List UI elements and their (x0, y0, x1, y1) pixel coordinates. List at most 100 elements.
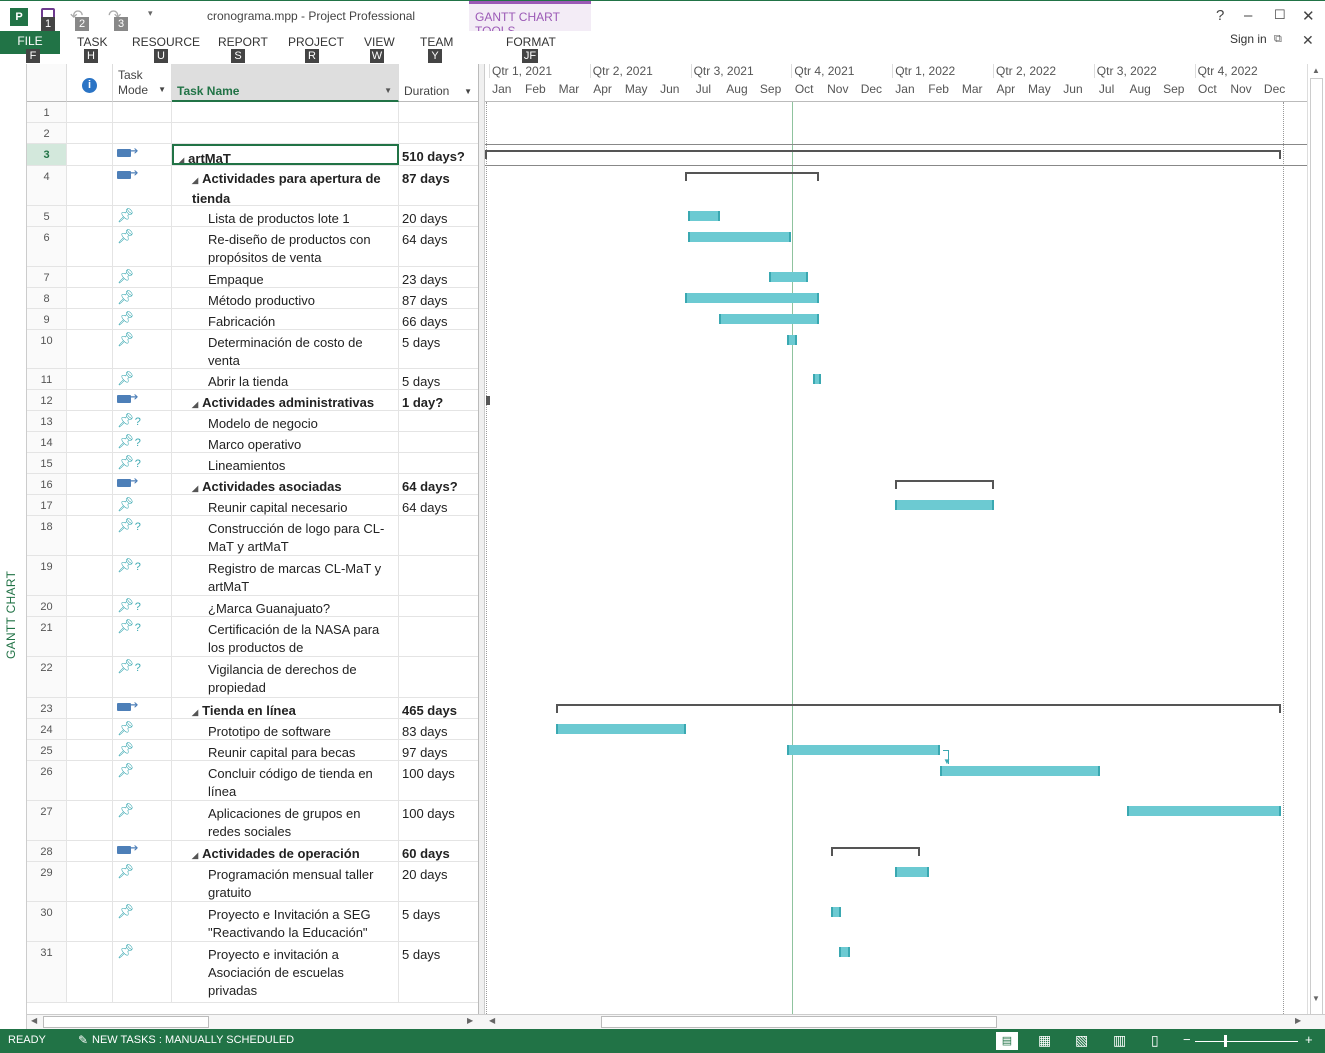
row-id[interactable]: 4 (27, 166, 67, 205)
task-bar[interactable] (684, 293, 820, 303)
tab-task[interactable]: TASK (77, 35, 107, 49)
info-cell[interactable] (67, 166, 113, 205)
duration-cell[interactable]: 5 days (399, 902, 478, 941)
task-name-cell[interactable]: Re-diseño de productos con propósitos de… (172, 227, 399, 266)
task-mode-cell[interactable]: 📌︎ (113, 267, 172, 287)
chart-scroll-left-icon[interactable]: ◀ (489, 1016, 495, 1025)
collapse-triangle-icon[interactable]: ◢ (178, 156, 184, 163)
task-name-cell[interactable]: Prototipo de software (172, 719, 399, 739)
row-id[interactable]: 12 (27, 390, 67, 410)
grid-scroll-right-icon[interactable]: ▶ (467, 1016, 473, 1025)
task-name-cell[interactable]: Marco operativo (172, 432, 399, 452)
info-cell[interactable] (67, 144, 113, 165)
task-mode-cell[interactable]: 📌︎? (113, 516, 172, 555)
new-tasks-mode[interactable]: NEW TASKS : MANUALLY SCHEDULED (92, 1034, 294, 1046)
close-icon[interactable]: ✕ (1302, 7, 1315, 25)
info-cell[interactable] (67, 227, 113, 266)
task-mode-cell[interactable]: 📌︎ (113, 719, 172, 739)
help-button[interactable]: ? (1216, 7, 1224, 24)
table-row[interactable]: 18 📌︎? Construcción de logo para CL-MaT y … (27, 516, 478, 556)
info-cell[interactable] (67, 102, 113, 122)
duration-cell[interactable] (399, 411, 478, 431)
info-cell[interactable] (67, 657, 113, 697)
info-cell[interactable] (67, 330, 113, 368)
duration-cell[interactable]: 5 days (399, 942, 478, 1002)
table-row[interactable]: 2 (27, 123, 478, 144)
row-id[interactable]: 3 (27, 144, 67, 165)
maximize-icon[interactable]: ☐ (1274, 7, 1286, 23)
table-row[interactable]: 31 📌︎ Proyecto e invitación a Asociación d… (27, 942, 478, 1003)
summary-bar[interactable] (486, 396, 490, 405)
scroll-thumb[interactable] (1310, 78, 1323, 1020)
task-name-cell[interactable]: Construcción de logo para CL-MaT y artMa… (172, 516, 399, 555)
info-cell[interactable] (67, 719, 113, 739)
row-id[interactable]: 21 (27, 617, 67, 656)
info-cell[interactable] (67, 902, 113, 941)
sign-in-link[interactable]: Sign in (1230, 32, 1267, 46)
duration-cell[interactable] (399, 617, 478, 656)
info-cell[interactable] (67, 309, 113, 329)
project-app-icon[interactable]: P (10, 8, 28, 26)
table-row[interactable]: 24 📌︎ Prototipo de software 83 days (27, 719, 478, 740)
task-mode-cell[interactable]: 📌︎ (113, 761, 172, 800)
info-cell[interactable] (67, 432, 113, 452)
scroll-down-icon[interactable]: ▼ (1312, 994, 1320, 1003)
task-bar[interactable] (831, 907, 842, 917)
row-id[interactable]: 29 (27, 862, 67, 901)
chevron-down-icon[interactable]: ▼ (384, 86, 392, 95)
table-row[interactable]: 8 📌︎ Método productivo 87 days (27, 288, 478, 309)
task-name-cell[interactable]: Fabricación (172, 309, 399, 329)
resource-sheet-icon[interactable]: ▥ (1113, 1032, 1126, 1049)
task-name-cell[interactable]: ◢ Actividades asociadas (172, 474, 399, 494)
row-id[interactable]: 18 (27, 516, 67, 555)
summary-bar[interactable] (831, 847, 921, 856)
close-document-icon[interactable]: ✕ (1302, 32, 1314, 49)
table-row[interactable]: 29 📌︎ Programación mensual taller gratuito… (27, 862, 478, 902)
task-name-cell[interactable]: Registro de marcas CL-MaT y artMaT (172, 556, 399, 595)
task-name-cell[interactable]: Concluir código de tienda en línea (172, 761, 399, 800)
duration-cell[interactable]: 87 days (399, 166, 478, 205)
task-mode-cell[interactable] (113, 102, 172, 122)
table-row[interactable]: 28 ➔ ◢ Actividades de operación 60 days (27, 841, 478, 862)
duration-cell[interactable]: 87 days (399, 288, 478, 308)
table-row[interactable]: 23 ➔ ◢ Tienda en línea 465 days (27, 698, 478, 719)
duration-header[interactable]: Duration ▼ (399, 64, 478, 102)
info-cell[interactable] (67, 411, 113, 431)
info-cell[interactable] (67, 740, 113, 760)
duration-cell[interactable]: 60 days (399, 841, 478, 861)
task-name-cell[interactable]: ◢ Actividades para apertura de tienda (172, 166, 399, 205)
task-mode-cell[interactable]: 📌︎? (113, 596, 172, 616)
task-bar[interactable] (768, 272, 808, 282)
table-row[interactable]: 13 📌︎? Modelo de negocio (27, 411, 478, 432)
row-id[interactable]: 28 (27, 841, 67, 861)
info-cell[interactable] (67, 288, 113, 308)
duration-cell[interactable] (399, 453, 478, 473)
duration-cell[interactable] (399, 657, 478, 697)
task-name-cell[interactable]: ◢ Tienda en línea (172, 698, 399, 718)
task-name-cell[interactable]: ◢ Actividades administrativas (172, 390, 399, 410)
row-id[interactable]: 11 (27, 369, 67, 389)
duration-cell[interactable]: 510 days? (399, 144, 478, 165)
info-cell[interactable] (67, 596, 113, 616)
table-row[interactable]: 14 📌︎? Marco operativo (27, 432, 478, 453)
duration-cell[interactable]: 23 days (399, 267, 478, 287)
info-cell[interactable] (67, 617, 113, 656)
task-mode-cell[interactable]: 📌︎ (113, 801, 172, 840)
task-bar[interactable] (894, 867, 929, 877)
table-row[interactable]: 4 ➔ ◢ Actividades para apertura de tienda 87… (27, 166, 478, 206)
customize-qat-icon[interactable]: ▾ (148, 8, 153, 19)
task-mode-cell[interactable]: 📌︎ (113, 369, 172, 389)
task-mode-cell[interactable]: ➔ (113, 698, 172, 718)
duration-cell[interactable]: 20 days (399, 206, 478, 226)
chart-scroll-thumb[interactable] (601, 1016, 997, 1028)
table-row[interactable]: 12 ➔ ◢ Actividades administrativas 1 day? (27, 390, 478, 411)
collapse-triangle-icon[interactable]: ◢ (192, 400, 198, 409)
duration-cell[interactable]: 64 days? (399, 474, 478, 494)
table-row[interactable]: 3 ➔ ◢ artMaT 510 days? (27, 144, 478, 166)
task-name-cell[interactable]: ◢ artMaT (172, 144, 399, 165)
task-name-cell[interactable]: Lineamientos (172, 453, 399, 473)
task-mode-cell[interactable]: 📌︎? (113, 556, 172, 595)
task-mode-cell[interactable]: 📌︎ (113, 862, 172, 901)
task-name-header[interactable]: Task Name ▼ (172, 64, 399, 102)
info-cell[interactable] (67, 267, 113, 287)
